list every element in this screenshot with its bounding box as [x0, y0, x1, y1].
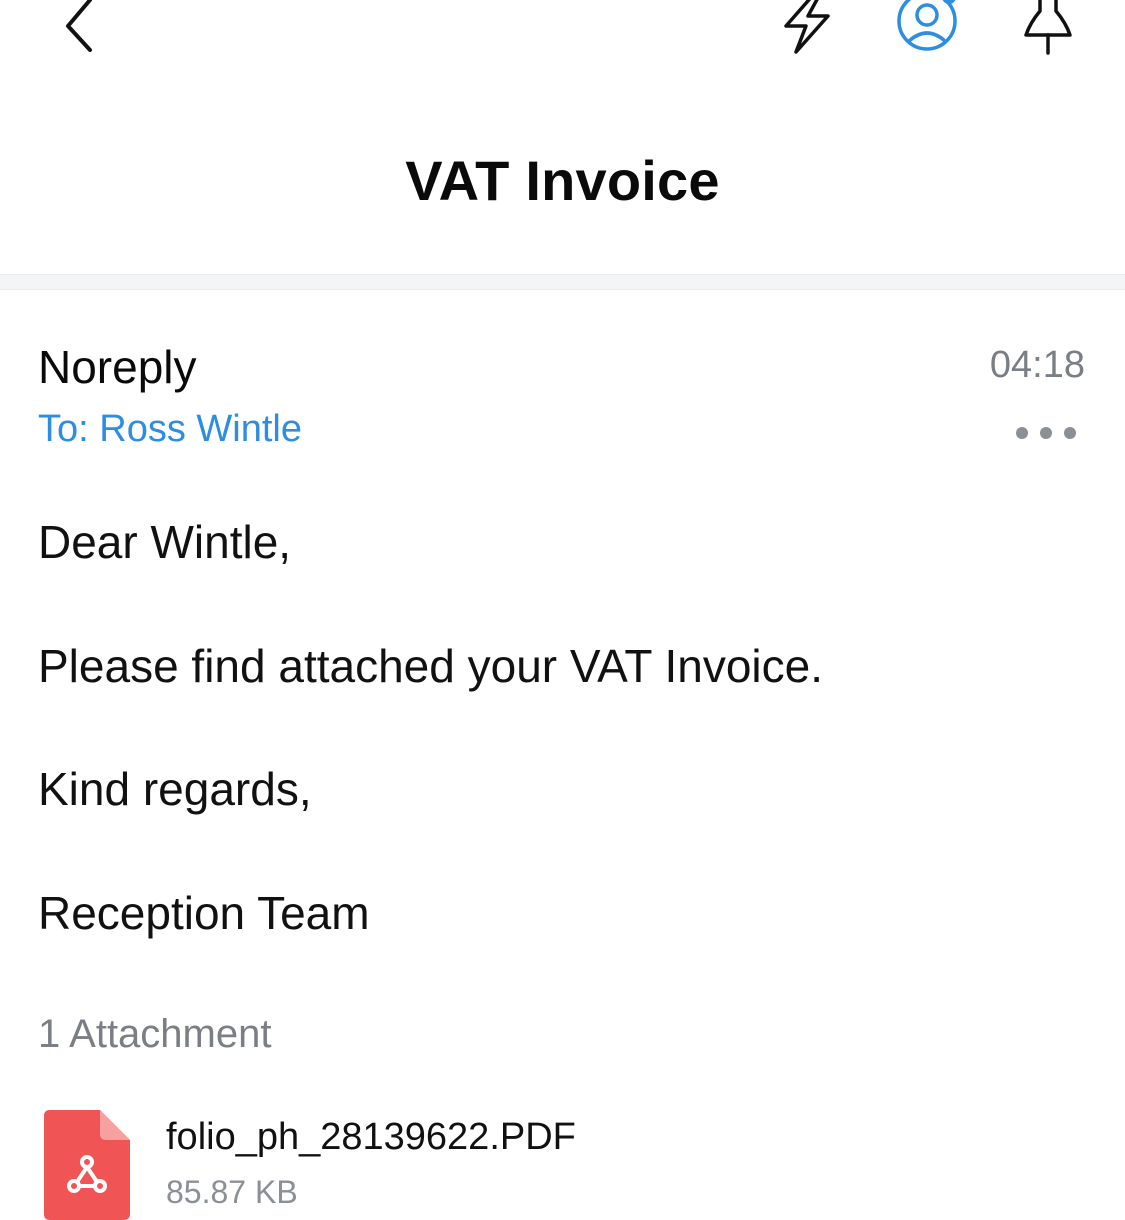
- attachment-item[interactable]: folio_ph_28139622.PDF 85.87 KB: [38, 1100, 938, 1220]
- quick-actions-button[interactable]: [772, 0, 844, 58]
- body-text: Please find attached your VAT Invoice.: [38, 640, 824, 692]
- message-time: 04:18: [989, 344, 1085, 386]
- lightning-icon: [784, 0, 830, 54]
- pin-button[interactable]: [1012, 0, 1084, 58]
- pdf-file-icon: [44, 1110, 130, 1220]
- body-greeting: Dear Wintle,: [38, 516, 292, 568]
- attachment-count: 1 Attachment: [38, 1012, 272, 1056]
- more-dot-icon: [1016, 427, 1028, 439]
- back-chevron-icon: [66, 0, 92, 52]
- body-closing: Kind regards,: [38, 763, 312, 815]
- recipient-line[interactable]: To: Ross Wintle: [38, 408, 302, 451]
- sender-name[interactable]: Noreply: [38, 340, 197, 394]
- email-subject-title: VAT Invoice: [405, 149, 720, 212]
- more-options-button[interactable]: [1011, 418, 1081, 448]
- top-toolbar: [0, 0, 1125, 60]
- pin-icon: [1024, 0, 1072, 55]
- account-button[interactable]: [890, 0, 966, 58]
- body-signature: Reception Team: [38, 887, 370, 939]
- attachment-file-name: folio_ph_28139622.PDF: [166, 1116, 576, 1158]
- back-button[interactable]: [50, 0, 110, 58]
- header-divider: [0, 274, 1125, 290]
- account-icon: [897, 0, 957, 51]
- more-dot-icon: [1040, 427, 1052, 439]
- attachment-file-size: 85.87 KB: [166, 1174, 298, 1210]
- more-dot-icon: [1064, 427, 1076, 439]
